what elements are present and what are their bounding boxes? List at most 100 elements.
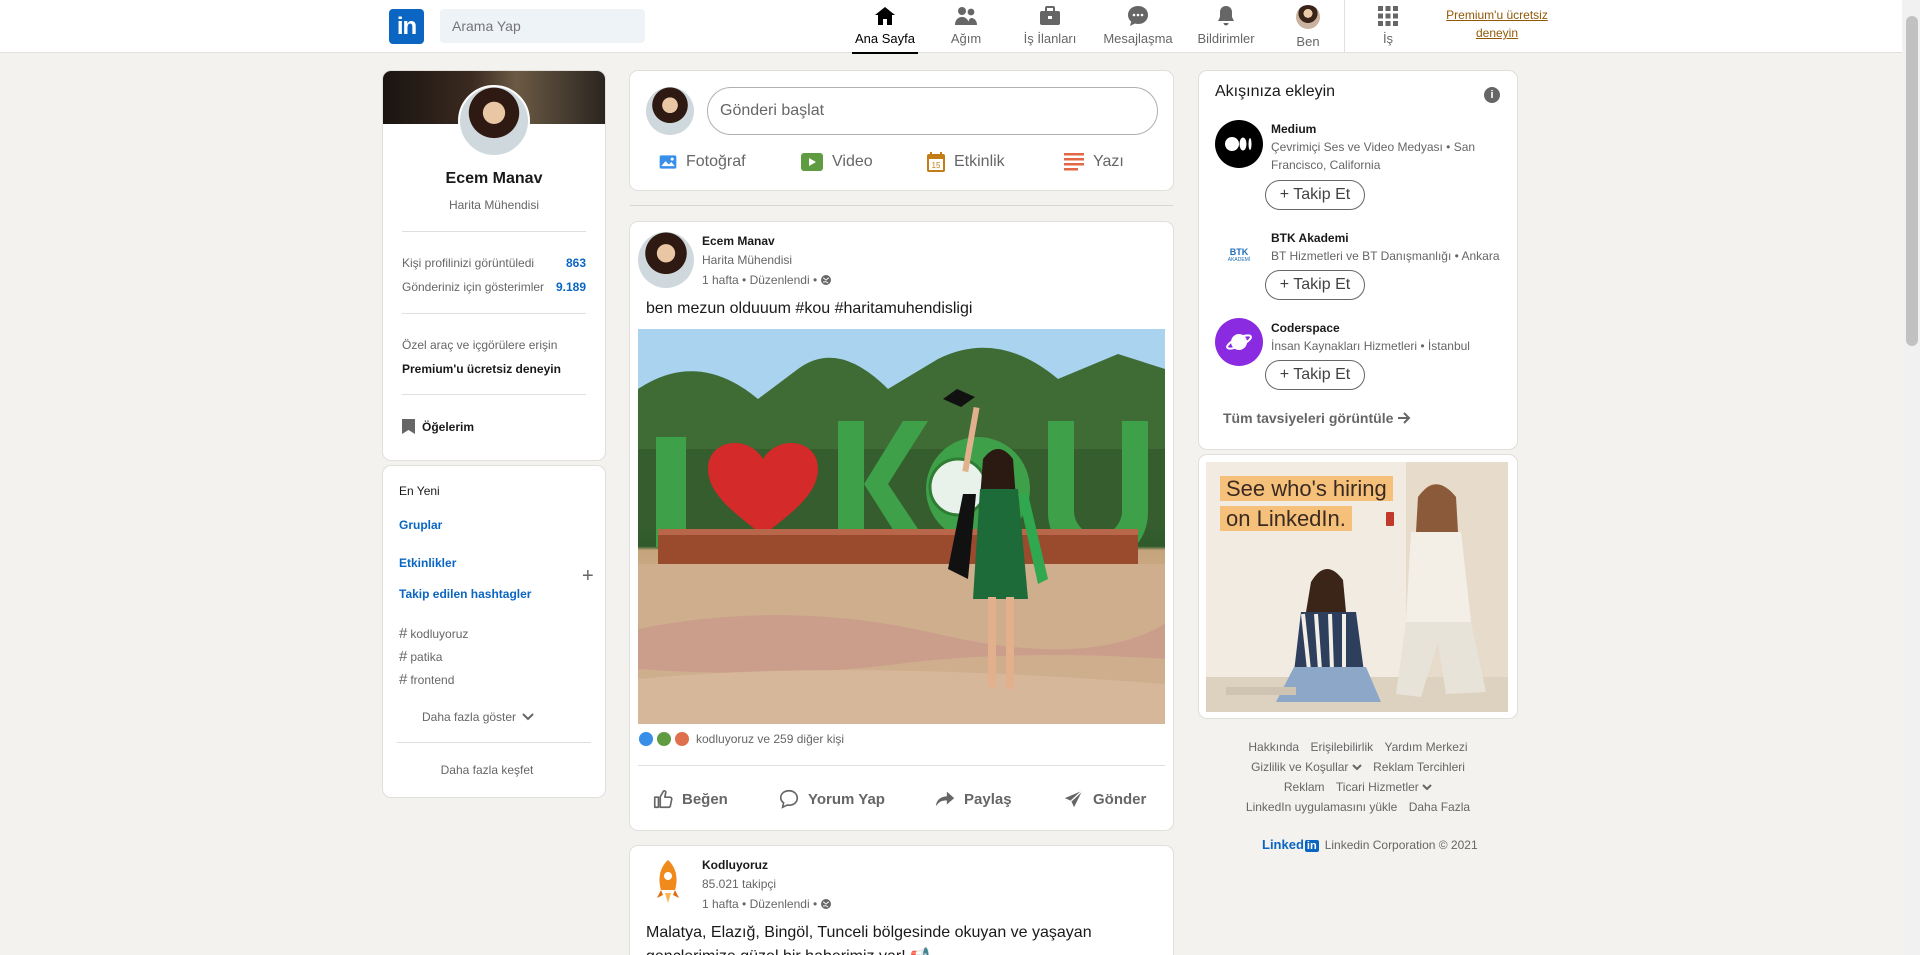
- photo-button[interactable]: Fotoğraf: [658, 147, 746, 177]
- view-all-recommendations-link[interactable]: Tüm tavsiyeleri görüntüle: [1223, 410, 1411, 426]
- comment-button[interactable]: Yorum Yap: [778, 788, 885, 810]
- copyright: Linked in Linkedin Corporation © 2021: [1262, 837, 1478, 852]
- footer-privacy-link[interactable]: Gizlilik ve Koşullar: [1251, 760, 1362, 774]
- business-label: Ticari Hizmetler: [1335, 780, 1419, 794]
- add-event-icon[interactable]: +: [582, 565, 594, 588]
- like-button[interactable]: Beğen: [652, 788, 728, 810]
- footer-help-link[interactable]: Yardım Merkezi: [1384, 740, 1467, 754]
- post-reactions[interactable]: kodluyoruz ve 259 diğer kişi: [638, 731, 844, 747]
- nav-notifications-label: Bildirimler: [1197, 31, 1255, 46]
- love-reaction-icon: [674, 731, 690, 747]
- hashtag-item[interactable]: # frontend: [399, 671, 454, 688]
- avatar: [1296, 5, 1320, 29]
- hashtag-icon: #: [399, 648, 408, 665]
- rec-name-coderspace[interactable]: Coderspace: [1271, 321, 1340, 335]
- rec-name-btk[interactable]: BTK Akademi: [1271, 231, 1349, 245]
- nav-messaging[interactable]: Mesajlaşma: [1099, 0, 1177, 53]
- premium-trial-link[interactable]: Premium'u ücretsiz deneyin: [1438, 6, 1556, 42]
- nav-jobs[interactable]: İş İlanları: [1018, 0, 1082, 53]
- post-author-name[interactable]: Ecem Manav: [702, 234, 775, 248]
- rec-desc-medium: Çevrimiçi Ses ve Video Medyası • San Fra…: [1271, 140, 1476, 172]
- rec-desc-coderspace: İnsan Kaynakları Hizmetleri • İstanbul: [1271, 339, 1470, 353]
- my-items-link[interactable]: Öğelerim: [402, 419, 474, 434]
- footer-about-link[interactable]: Hakkında: [1248, 740, 1299, 754]
- recent-heading: En Yeni: [399, 484, 440, 498]
- rec-name-medium[interactable]: Medium: [1271, 122, 1316, 136]
- footer-business-link[interactable]: Ticari Hizmetler: [1336, 780, 1432, 794]
- footer-accessibility-link[interactable]: Erişilebilirlik: [1310, 740, 1373, 754]
- profile-avatar[interactable]: [458, 85, 530, 157]
- ad-headline-line1: See who's hiring: [1220, 476, 1393, 501]
- view-all-label: Tüm tavsiyeleri görüntüle: [1223, 410, 1394, 426]
- post-text: ben mezun olduuum #kou #haritamuhendisli…: [646, 300, 973, 317]
- post-author-name[interactable]: Kodluyoruz: [702, 858, 768, 872]
- follow-btk-button[interactable]: + Takip Et: [1265, 270, 1365, 300]
- follow-medium-button[interactable]: + Takip Et: [1265, 180, 1365, 210]
- comment-icon: [779, 789, 799, 809]
- premium-trial-button[interactable]: Premium'u ücretsiz deneyin: [402, 362, 561, 376]
- scrollbar-thumb[interactable]: [1906, 16, 1918, 346]
- followed-hashtags-link[interactable]: Takip edilen hashtagler: [399, 587, 531, 601]
- discover-more-button[interactable]: Daha fazla keşfet: [383, 763, 591, 777]
- profile-card: Ecem Manav Harita Mühendisi Kişi profili…: [383, 71, 605, 460]
- ad-headline: See who's hiring on LinkedIn.: [1220, 474, 1393, 534]
- bell-icon: [1214, 3, 1238, 29]
- svg-text:AKADEMİ: AKADEMİ: [1228, 256, 1251, 262]
- search-input[interactable]: [440, 9, 645, 43]
- medium-logo-icon[interactable]: [1215, 120, 1263, 168]
- chevron-down-icon: [1422, 784, 1432, 791]
- copyright-text: Linkedin Corporation © 2021: [1324, 837, 1478, 852]
- nav-me[interactable]: Ben: [1287, 0, 1329, 53]
- post-text: Malatya, Elazığ, Bingöl, Tunceli bölgesi…: [646, 924, 1092, 941]
- btk-akademi-logo-icon[interactable]: BTK AKADEMİ: [1215, 229, 1263, 277]
- article-button[interactable]: Yazı: [1063, 147, 1124, 177]
- profile-name[interactable]: Ecem Manav: [383, 170, 605, 188]
- post-timestamp: 1 hafta • Düzenlendi •: [702, 897, 832, 911]
- divider: [402, 313, 586, 314]
- hiring-ad-image[interactable]: See who's hiring on LinkedIn.: [1206, 462, 1508, 712]
- video-button[interactable]: Video: [800, 147, 873, 177]
- nav-home[interactable]: Ana Sayfa: [852, 0, 918, 54]
- nav-network[interactable]: Ağım: [941, 0, 991, 53]
- send-button[interactable]: Gönder: [1063, 788, 1146, 810]
- post-author-subtitle: Harita Mühendisi: [702, 253, 793, 267]
- top-nav: in Ana Sayfa Ağım İş İlanları Mesajlaşma…: [0, 0, 1902, 54]
- show-more-button[interactable]: Daha fazla göster: [422, 710, 534, 724]
- profile-views-stat[interactable]: Kişi profilinizi görüntüledi 863: [402, 256, 586, 270]
- article-label: Yazı: [1093, 153, 1124, 170]
- rocket-icon[interactable]: [644, 858, 692, 906]
- hashtag-item[interactable]: # patika: [399, 648, 442, 665]
- ad-card: See who's hiring on LinkedIn.: [1199, 455, 1517, 718]
- divider: [402, 231, 586, 232]
- footer-links: Hakkında Erişilebilirlik Yardım Merkezi …: [1199, 737, 1517, 817]
- post-image[interactable]: [638, 329, 1165, 724]
- groups-link[interactable]: Gruplar: [399, 518, 442, 532]
- nav-notifications[interactable]: Bildirimler: [1190, 0, 1262, 53]
- coderspace-logo-icon[interactable]: [1215, 318, 1263, 366]
- event-button[interactable]: 15 Etkinlik: [926, 147, 1005, 177]
- avatar[interactable]: [646, 87, 694, 135]
- follow-coderspace-button[interactable]: + Takip Et: [1265, 360, 1365, 390]
- footer-ads-link[interactable]: Reklam: [1284, 780, 1325, 794]
- hashtag-item[interactable]: # kodluyoruz: [399, 625, 468, 642]
- linkedin-logo-icon[interactable]: in: [389, 9, 424, 44]
- post-time-label: 1 hafta • Düzenlendi •: [702, 273, 818, 287]
- footer-more-link[interactable]: Daha Fazla: [1409, 800, 1470, 814]
- hashtag-icon: #: [399, 625, 408, 642]
- events-link[interactable]: Etkinlikler: [399, 556, 456, 570]
- feed-divider: [630, 205, 1173, 206]
- calendar-icon: 15: [927, 152, 945, 172]
- footer-ad-prefs-link[interactable]: Reklam Tercihleri: [1373, 760, 1465, 774]
- info-icon[interactable]: i: [1484, 87, 1500, 103]
- post-impressions-stat[interactable]: Gönderiniz için gösterimler 9.189: [402, 280, 586, 294]
- reactions-count: kodluyoruz ve 259 diğer kişi: [696, 732, 845, 746]
- nav-work[interactable]: İş: [1372, 0, 1404, 53]
- share-button[interactable]: Paylaş: [934, 788, 1012, 810]
- video-label: Video: [832, 153, 873, 170]
- add-to-feed-card: Akışınıza ekleyin i Medium Çevrimiçi Ses…: [1199, 71, 1517, 449]
- footer-app-link[interactable]: LinkedIn uygulamasını yükle: [1246, 800, 1397, 814]
- chevron-down-icon: [1352, 764, 1362, 771]
- start-post-input[interactable]: Gönderi başlat: [707, 87, 1158, 135]
- profile-views-label: Kişi profilinizi görüntüledi: [402, 256, 535, 270]
- post-author-avatar[interactable]: [638, 232, 694, 288]
